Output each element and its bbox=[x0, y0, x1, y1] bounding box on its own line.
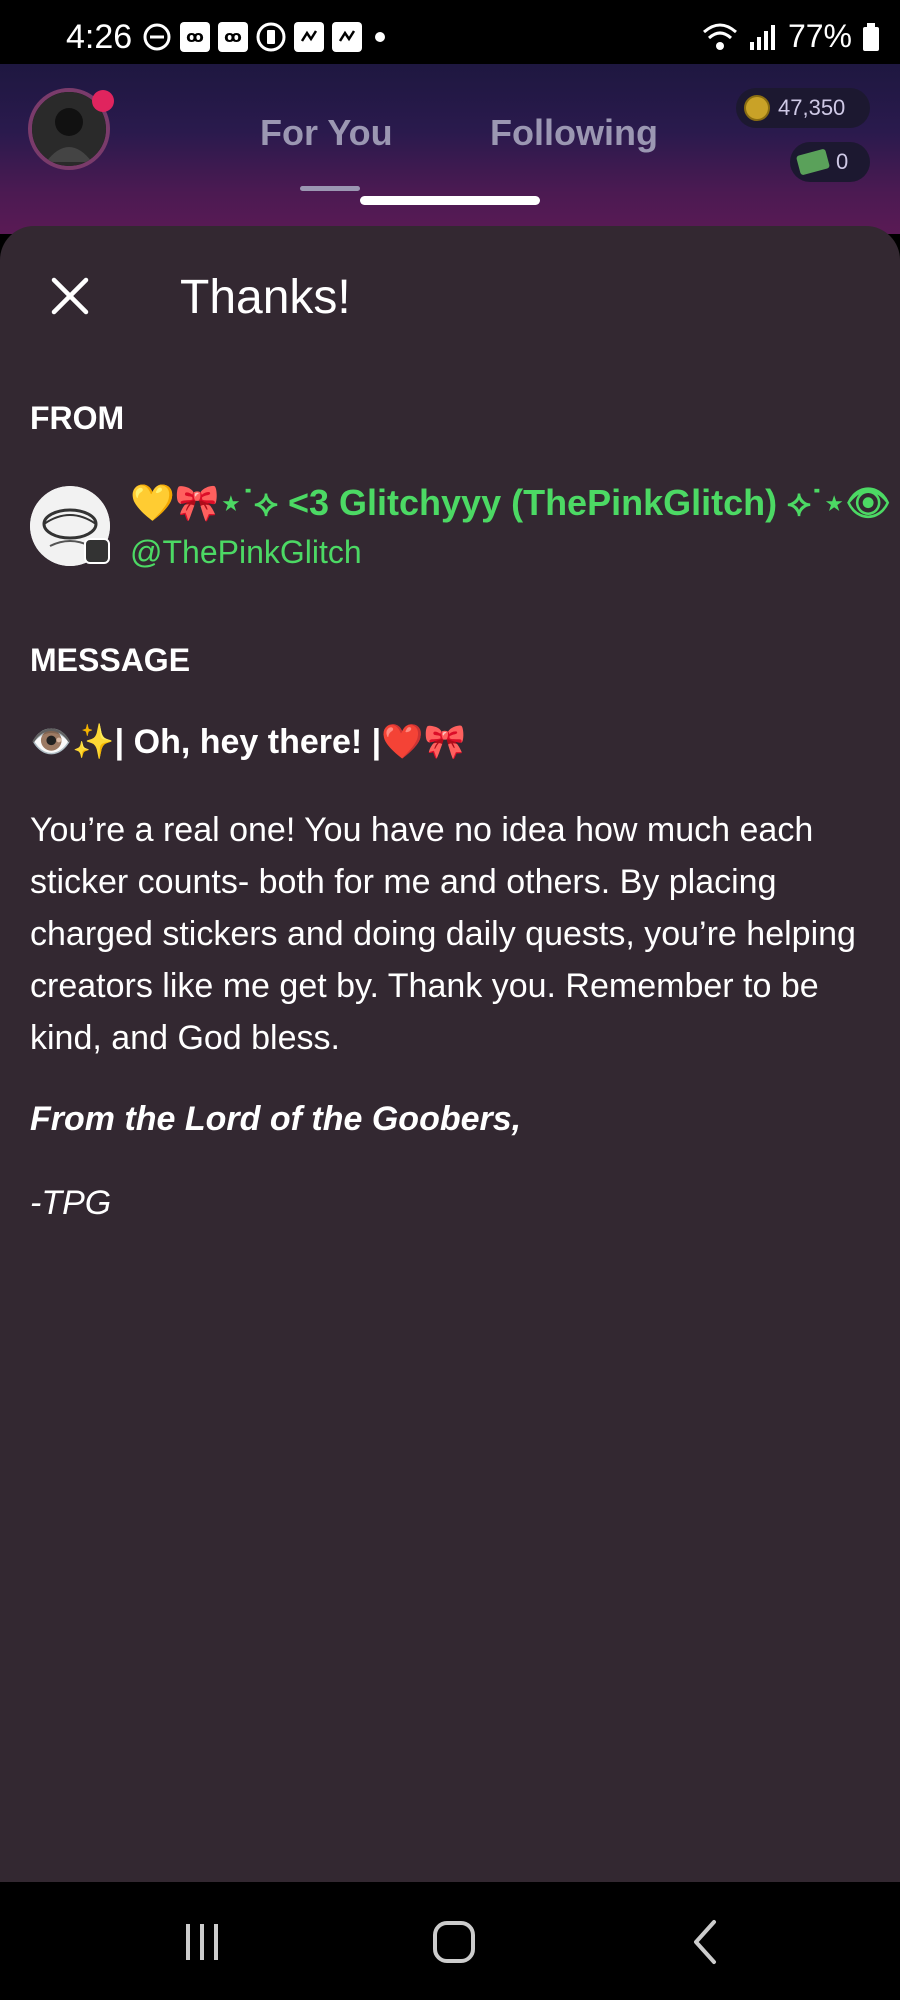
recents-icon[interactable] bbox=[172, 1912, 232, 1972]
sender-name[interactable]: 💛🎀⋆˙⟡ <3 Glitchyyy (ThePinkGlitch) ⟡˙⋆👁 bbox=[130, 482, 900, 525]
app-notification-icon-2 bbox=[332, 22, 362, 52]
status-time: 4:26 bbox=[66, 18, 133, 56]
wifi-icon bbox=[702, 22, 738, 52]
message-body: You’re a real one! You have no idea how … bbox=[30, 811, 856, 1057]
dnd-icon bbox=[142, 22, 172, 52]
message-signature: -TPG bbox=[30, 1184, 112, 1222]
home-icon[interactable] bbox=[424, 1912, 484, 1972]
tab-following[interactable]: Following bbox=[490, 112, 658, 154]
back-icon[interactable] bbox=[676, 1912, 736, 1972]
more-notifications-dot-icon bbox=[370, 22, 390, 52]
status-right: 77% bbox=[702, 18, 880, 55]
vibrate-icon bbox=[256, 22, 286, 52]
system-nav-bar bbox=[0, 1882, 900, 2000]
message-label: MESSAGE bbox=[30, 642, 191, 678]
status-notification-icons: ꝏ ꝏ bbox=[142, 22, 390, 52]
coin-count: 47,350 bbox=[778, 95, 846, 120]
notification-badge bbox=[92, 90, 114, 112]
close-icon[interactable] bbox=[48, 274, 92, 318]
sender-handle[interactable]: @ThePinkGlitch bbox=[130, 534, 362, 571]
coin-balance[interactable]: 47,350 bbox=[736, 88, 870, 128]
tab-for-you[interactable]: For You bbox=[260, 112, 393, 154]
cash-count: 0 bbox=[836, 149, 849, 174]
cash-icon bbox=[795, 148, 831, 176]
cash-balance[interactable]: 0 bbox=[790, 142, 870, 182]
signal-icon bbox=[748, 22, 778, 52]
sheet-title: Thanks! bbox=[180, 271, 351, 324]
battery-percent: 77% bbox=[787, 18, 852, 54]
voicemail-icon: ꝏ bbox=[180, 22, 210, 52]
battery-icon bbox=[862, 22, 880, 52]
voicemail-icon-2: ꝏ bbox=[218, 22, 248, 52]
from-label: FROM bbox=[30, 400, 125, 436]
sender-badge-icon bbox=[84, 538, 110, 564]
message-signoff: From the Lord of the Goobers, bbox=[30, 1100, 522, 1138]
sheet-drag-handle[interactable] bbox=[360, 196, 540, 205]
app-notification-icon bbox=[294, 22, 324, 52]
message-greeting: 👁️✨| Oh, hey there! |❤️🎀 bbox=[30, 723, 466, 761]
active-tab-indicator bbox=[300, 186, 360, 191]
coin-icon bbox=[744, 95, 770, 121]
